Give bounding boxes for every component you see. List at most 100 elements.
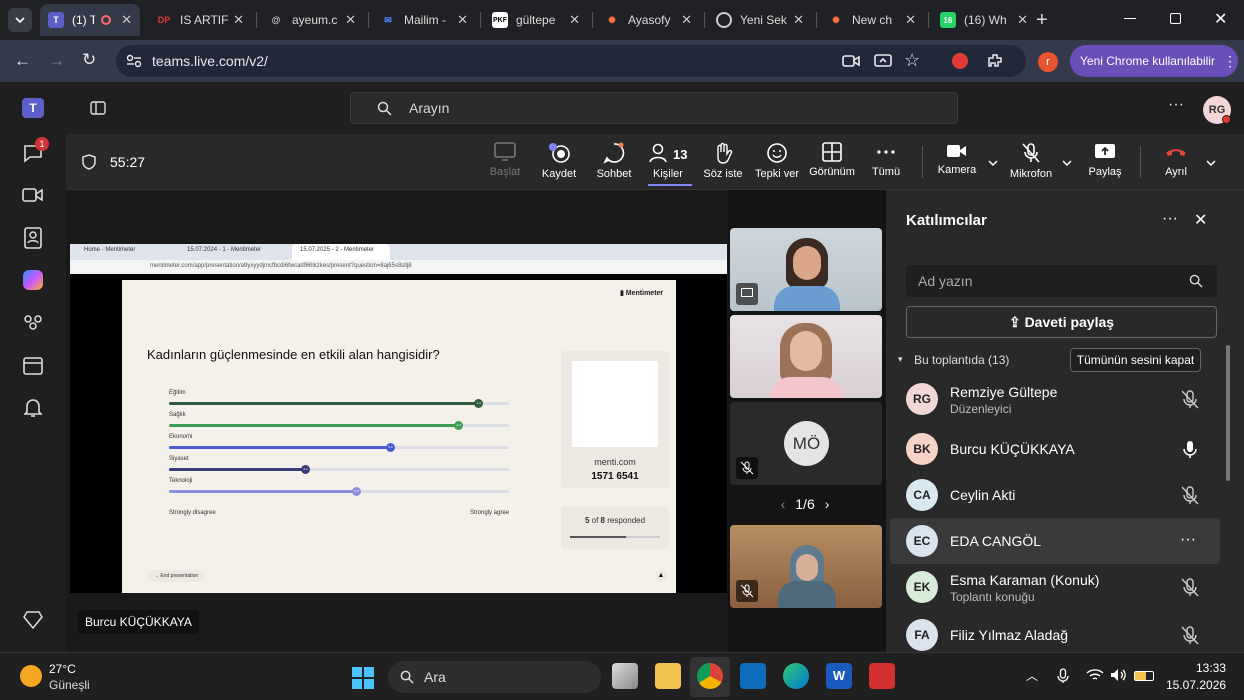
tab-search-button[interactable]	[8, 8, 32, 32]
kebab-menu-icon[interactable]: ⋮	[1223, 53, 1237, 70]
leave-button[interactable]: Ayrıl	[1146, 138, 1206, 186]
participant-row[interactable]: EC EDA CANGÖL ···	[890, 518, 1220, 564]
start-button[interactable]: Başlat	[475, 138, 535, 186]
chat-button[interactable]: Sohbet	[584, 138, 644, 186]
close-panel-icon[interactable]: ✕	[1194, 210, 1207, 230]
video-tile[interactable]	[730, 228, 882, 311]
calendar-rail-button[interactable]	[19, 352, 47, 380]
contacts-rail-button[interactable]	[19, 224, 47, 252]
reload-button[interactable]: ↻	[82, 50, 96, 70]
weather-sun-icon[interactable]	[20, 665, 42, 687]
section-chevron-icon[interactable]: ▾	[898, 354, 903, 365]
mic-off-icon[interactable]	[1180, 625, 1200, 645]
camera-button[interactable]: Kamera	[927, 138, 987, 186]
previous-page-icon[interactable]: ‹	[781, 496, 786, 512]
settings-more-icon[interactable]: ···	[1168, 96, 1184, 114]
browser-tab[interactable]: @ ayeum.c ✕	[260, 4, 364, 36]
acrobat-icon[interactable]	[869, 663, 895, 689]
close-tab-icon[interactable]: ✕	[345, 12, 356, 28]
site-info-icon[interactable]	[126, 54, 142, 68]
clock-date[interactable]: 15.07.2026	[1166, 678, 1226, 692]
mic-on-icon[interactable]	[1180, 439, 1200, 459]
share-button[interactable]: Paylaş	[1075, 138, 1135, 186]
bookmark-star-icon[interactable]: ☆	[904, 50, 920, 71]
close-window-button[interactable]: ✕	[1214, 9, 1227, 29]
record-button[interactable]: Kaydet	[529, 138, 589, 186]
puzzle-extensions-icon[interactable]	[986, 52, 1004, 70]
view-button[interactable]: Görünüm	[802, 138, 862, 186]
task-view-icon[interactable]	[612, 663, 638, 689]
mute-all-button[interactable]: Tümünün sesini kapat	[1070, 348, 1201, 372]
word-icon[interactable]: W	[826, 663, 852, 689]
address-bar[interactable]: teams.live.com/v2/ ☆	[116, 45, 1026, 77]
mic-off-icon[interactable]	[1180, 485, 1200, 505]
browser-tab[interactable]: ✺ Ayasofy ✕	[596, 4, 700, 36]
leave-options-chevron-icon[interactable]	[1206, 154, 1216, 172]
volume-icon[interactable]	[1110, 668, 1128, 682]
browser-tab[interactable]: Yeni Sek ✕	[708, 4, 812, 36]
close-tab-icon[interactable]: ✕	[569, 12, 580, 28]
more-button[interactable]: Tümü	[856, 138, 916, 186]
forward-button[interactable]: →	[48, 51, 65, 71]
minimize-button[interactable]	[1124, 18, 1136, 19]
share-invite-button[interactable]: ⇪ Daveti paylaş	[906, 306, 1217, 338]
mic-off-icon[interactable]	[1180, 389, 1200, 409]
browser-tab[interactable]: DP IS ARTIF ✕	[148, 4, 252, 36]
browser-tab[interactable]: ✺ New ch ✕	[820, 4, 924, 36]
show-hidden-icons[interactable]: ︿	[1026, 667, 1038, 684]
browser-tab[interactable]: PKF gültepe ✕	[484, 4, 588, 36]
chrome-taskbar-icon[interactable]	[697, 663, 723, 689]
cast-icon[interactable]	[874, 53, 892, 69]
copilot-rail-button[interactable]	[19, 266, 47, 294]
browser-tab[interactable]: ✉ Mailim - ✕	[372, 4, 476, 36]
participant-row[interactable]: RG Remziye Gültepe Düzenleyici	[890, 376, 1220, 422]
participant-search-input[interactable]: Ad yazın	[906, 265, 1217, 297]
microphone-tray-icon[interactable]	[1057, 668, 1069, 684]
taskbar-search[interactable]: Ara	[388, 661, 601, 693]
file-explorer-icon[interactable]	[655, 663, 681, 689]
raise-hand-button[interactable]: Söz iste	[693, 138, 753, 186]
close-tab-icon[interactable]: ✕	[793, 12, 804, 28]
people-button[interactable]: 13 Kişiler	[638, 138, 698, 186]
mic-off-icon[interactable]	[1180, 577, 1200, 597]
close-tab-icon[interactable]: ✕	[121, 12, 132, 28]
activity-rail-button[interactable]	[19, 394, 47, 422]
restore-button[interactable]	[1170, 13, 1181, 24]
close-tab-icon[interactable]: ✕	[457, 12, 468, 28]
browser-tab[interactable]: 16 (16) Wh ✕	[932, 4, 1036, 36]
react-button[interactable]: Tepki ver	[747, 138, 807, 186]
wifi-icon[interactable]	[1086, 668, 1104, 682]
outlook-icon[interactable]	[740, 663, 766, 689]
next-page-icon[interactable]: ›	[825, 496, 830, 512]
battery-icon[interactable]	[1134, 671, 1154, 681]
thumbs-up-icon[interactable]: ▲	[655, 570, 667, 582]
teams-search-input[interactable]: Arayın	[350, 92, 958, 124]
communities-rail-button[interactable]	[19, 309, 47, 337]
browser-tab[interactable]: T (1) T ✕	[40, 4, 140, 36]
close-tab-icon[interactable]: ✕	[681, 12, 692, 28]
edge-icon[interactable]	[783, 663, 809, 689]
microphone-button[interactable]: Mikrofon	[1001, 138, 1061, 186]
participant-more-icon[interactable]: ···	[1180, 531, 1200, 551]
mic-options-chevron-icon[interactable]	[1062, 154, 1072, 172]
close-tab-icon[interactable]: ✕	[1017, 12, 1028, 28]
end-presentation-button[interactable]: → End presentation	[148, 570, 205, 582]
panel-more-icon[interactable]: ···	[1162, 210, 1178, 228]
profile-avatar[interactable]: r	[1038, 52, 1058, 72]
premium-rail-button[interactable]	[19, 606, 47, 634]
video-tile[interactable]: MÖ	[730, 402, 882, 485]
video-tile[interactable]	[730, 315, 882, 398]
chrome-update-button[interactable]: Yeni Chrome kullanılabilir ⋮	[1070, 45, 1238, 77]
participant-row[interactable]: BK Burcu KÜÇÜKKAYA	[890, 426, 1220, 472]
new-tab-button[interactable]: +	[1036, 8, 1048, 32]
chat-rail-button[interactable]: 1	[19, 137, 49, 167]
back-button[interactable]: ←	[14, 51, 31, 71]
video-camera-icon[interactable]	[842, 54, 860, 68]
close-tab-icon[interactable]: ✕	[905, 12, 916, 28]
meet-rail-button[interactable]	[19, 181, 47, 209]
sidebar-toggle-icon[interactable]	[90, 101, 106, 115]
camera-options-chevron-icon[interactable]	[988, 154, 998, 172]
section-header[interactable]: Bu toplantıda (13)	[914, 353, 1009, 367]
video-tile[interactable]	[730, 525, 882, 608]
participant-row[interactable]: CA Ceylin Akti	[890, 472, 1220, 518]
